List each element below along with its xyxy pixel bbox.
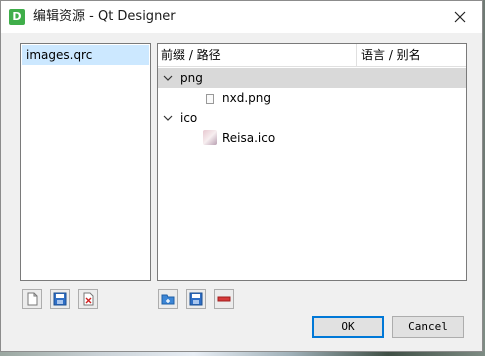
prefix-label: ico — [180, 111, 198, 125]
tree-row-file-reisa[interactable]: Reisa.ico — [158, 128, 466, 148]
add-files-icon — [189, 292, 203, 306]
new-file-icon — [27, 292, 38, 306]
tree-row-prefix-ico[interactable]: ico — [158, 108, 466, 128]
add-prefix-icon — [161, 294, 175, 305]
list-item-images-qrc[interactable]: images.qrc — [22, 45, 149, 65]
chevron-down-icon[interactable] — [163, 73, 173, 83]
tree-row-prefix-png[interactable]: png — [158, 68, 466, 88]
prefix-label: png — [180, 71, 203, 85]
ico-thumbnail-icon — [203, 130, 217, 145]
remove-button[interactable] — [214, 289, 234, 309]
column-header-lang-alias[interactable]: 语言 / 别名 — [361, 44, 421, 66]
cancel-button[interactable]: Cancel — [392, 316, 464, 338]
save-resource-file-button[interactable] — [50, 289, 70, 309]
window-title: 编辑资源 - Qt Designer — [33, 9, 176, 24]
list-item-label: images.qrc — [26, 48, 93, 62]
remove-resource-file-button[interactable] — [78, 289, 98, 309]
column-separator[interactable] — [356, 44, 357, 66]
file-label: nxd.png — [222, 91, 271, 105]
file-label: Reisa.ico — [222, 131, 276, 145]
chevron-down-icon[interactable] — [163, 113, 173, 123]
close-button[interactable] — [438, 1, 482, 33]
qt-designer-app-icon: D — [9, 9, 25, 25]
image-file-icon — [206, 94, 214, 104]
ok-button[interactable]: OK — [312, 316, 384, 338]
add-prefix-button[interactable] — [158, 289, 178, 309]
resource-tree[interactable]: 前缀 / 路径 语言 / 别名 png nxd.png ico Reisa.ic… — [157, 43, 467, 281]
column-header-prefix-path[interactable]: 前缀 / 路径 — [161, 44, 221, 66]
save-file-icon — [53, 292, 67, 306]
close-icon — [454, 11, 466, 23]
tree-row-file-nxd[interactable]: nxd.png — [158, 88, 466, 108]
new-resource-file-button[interactable] — [22, 289, 42, 309]
title-bar[interactable]: D 编辑资源 - Qt Designer — [1, 1, 482, 33]
add-files-button[interactable] — [186, 289, 206, 309]
tree-header: 前缀 / 路径 语言 / 别名 — [158, 44, 466, 67]
remove-icon — [217, 296, 231, 302]
remove-file-icon — [83, 292, 94, 306]
edit-resources-dialog: D 编辑资源 - Qt Designer images.qrc 前缀 / 路径 … — [0, 0, 483, 352]
resource-file-list[interactable]: images.qrc — [20, 43, 151, 281]
